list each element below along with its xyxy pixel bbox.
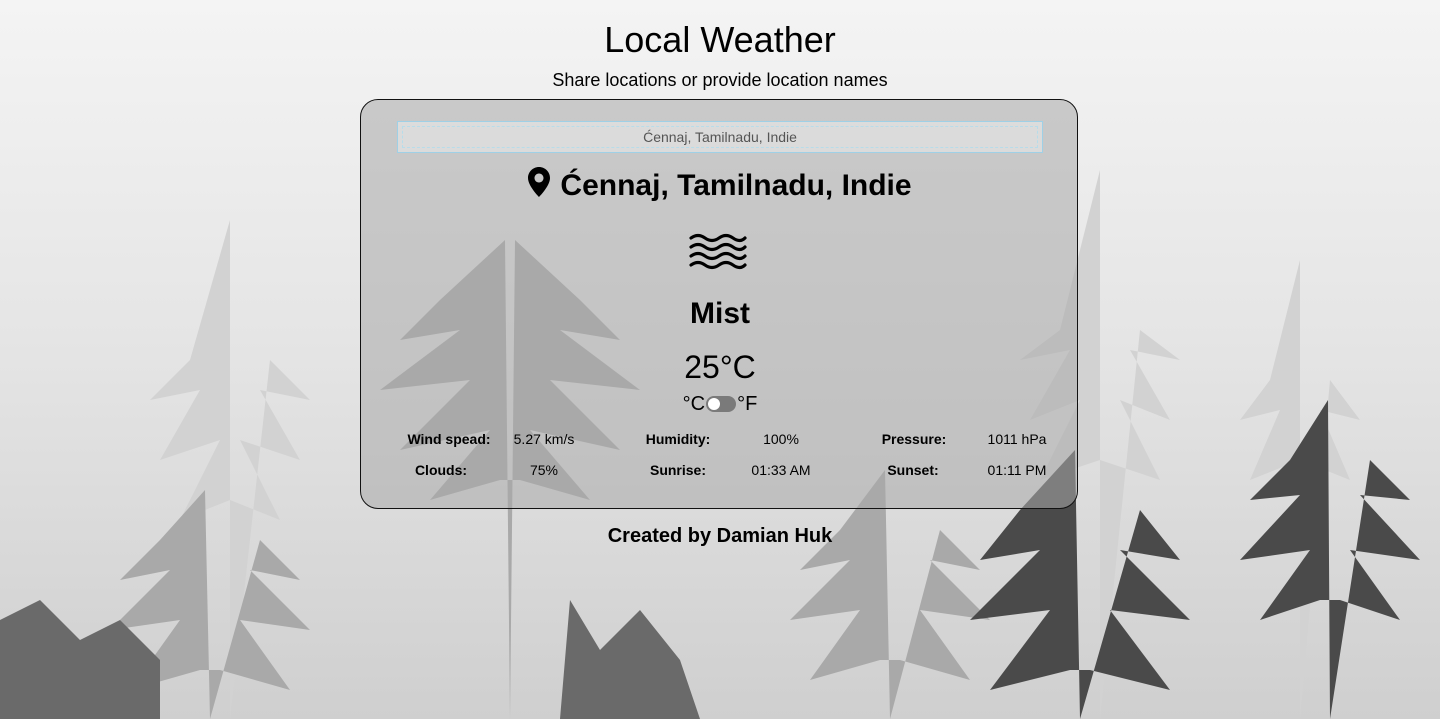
wind-speed-label: Wind spead: <box>407 431 491 447</box>
weather-description: Mist <box>690 297 750 330</box>
weather-card: Ćennaj, Tamilnadu, Indie Mist 25°C °C°F … <box>360 99 1078 509</box>
map-pin-icon <box>528 167 551 197</box>
fahrenheit-label: °F <box>737 393 758 415</box>
page-subtitle: Share locations or provide location name… <box>552 70 888 90</box>
unit-toggle-row: °C °F <box>361 392 1079 416</box>
clouds-value: 75% <box>529 462 559 478</box>
details-row: Wind spead: 5.27 km/s Humidity: 100% Pre… <box>361 426 1079 457</box>
toggle-knob <box>708 398 721 410</box>
location-heading: Ćennaj, Tamilnadu, Indie <box>361 166 1079 206</box>
location-name: Ćennaj, Tamilnadu, Indie <box>560 169 912 202</box>
sunset-label: Sunset: <box>887 462 939 478</box>
humidity-value: 100% <box>763 431 799 447</box>
details-row: Clouds: 75% Sunrise: 01:33 AM Sunset: 01… <box>361 457 1079 488</box>
sunset-value: 01:11 PM <box>987 462 1047 478</box>
sunrise-label: Sunrise: <box>649 462 706 478</box>
location-search-input[interactable] <box>397 121 1043 153</box>
page-title: Local Weather <box>604 19 836 60</box>
celsius-label: °C <box>682 393 706 415</box>
clouds-label: Clouds: <box>414 462 468 478</box>
mist-icon <box>689 233 747 270</box>
pressure-value: 1011 hPa <box>987 431 1047 447</box>
footer-credit: Created by Damian Huk <box>607 525 833 547</box>
sunrise-value: 01:33 AM <box>751 462 811 478</box>
pressure-label: Pressure: <box>881 431 947 447</box>
humidity-label: Humidity: <box>645 431 711 447</box>
unit-toggle-switch[interactable] <box>706 396 737 412</box>
page: Local Weather Share locations or provide… <box>0 0 1440 719</box>
temperature-value: 25°C <box>684 349 756 385</box>
weather-details: Wind spead: 5.27 km/s Humidity: 100% Pre… <box>361 426 1079 488</box>
wind-speed-value: 5.27 km/s <box>513 431 575 447</box>
